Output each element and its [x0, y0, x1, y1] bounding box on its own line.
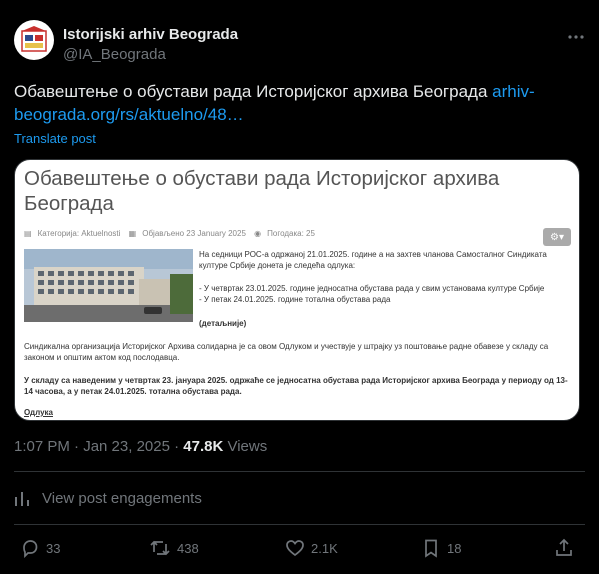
card-meta: ▤ Категорија: Aktuelnosti ▦ Објављено 23 J…	[24, 229, 321, 238]
heart-icon	[286, 540, 304, 557]
card-paragraph-2: - У четвртак 23.01.2025. године једносат…	[199, 283, 559, 305]
more-options-button[interactable]	[563, 24, 589, 50]
view-engagements-link[interactable]: View post engagements	[14, 490, 202, 507]
share-icon	[556, 538, 572, 556]
bookmark-button[interactable]: 18	[421, 538, 461, 558]
more-icon	[568, 35, 584, 39]
post-time[interactable]: 1:07 PM · Jan 23, 2025 ·	[14, 438, 183, 455]
card-paragraph-1: На седници РОС-а одржаној 21.01.2025. го…	[199, 250, 547, 270]
divider	[14, 471, 585, 472]
meta-category: Категорија: Aktuelnosti	[37, 229, 121, 238]
gear-icon: ⚙▾	[550, 231, 564, 243]
share-button[interactable]	[554, 538, 580, 558]
translate-post-link[interactable]: Translate post	[14, 131, 96, 146]
bookmark-count: 18	[447, 540, 462, 556]
reply-count: 33	[46, 540, 61, 556]
engagements-label: View post engagements	[42, 490, 202, 507]
views-label: Views	[223, 438, 268, 455]
bookmark-icon	[425, 539, 437, 558]
card-decision-link: Одлука	[24, 408, 53, 417]
divider	[14, 524, 585, 525]
card-paragraph-4: Синдикална организација Историјског Архи…	[24, 342, 549, 362]
post-body: Обавештење о обустави рада Историјског а…	[14, 82, 493, 101]
repost-icon	[150, 540, 170, 556]
post-actions: 33 438 2.1K 18	[14, 538, 584, 564]
card-paragraph-5: У складу са наведеним у четвртак 23. јан…	[24, 376, 568, 396]
archive-logo-icon	[21, 26, 47, 52]
repost-count: 438	[177, 540, 199, 556]
meta-views: Погодака: 25	[267, 229, 315, 238]
card-paragraph-2a: - У четвртак 23.01.2025. године једносат…	[199, 284, 545, 293]
author-name[interactable]: Istorijski arhiv Beograda	[63, 26, 238, 43]
like-button[interactable]: 2.1K	[285, 538, 338, 558]
building-photo	[24, 249, 193, 322]
card-gear-button[interactable]: ⚙▾	[543, 228, 571, 246]
meta-published: Објављено 23 January 2025	[142, 229, 246, 238]
card-paragraph-2b: - У петак 24.01.2025. године тотална обу…	[199, 295, 391, 304]
repost-button[interactable]: 438	[149, 538, 199, 558]
post-timestamp: 1:07 PM · Jan 23, 2025 · 47.8K Views	[14, 438, 267, 455]
analytics-icon	[15, 491, 29, 506]
reply-icon	[23, 540, 38, 558]
folder-icon: ▤	[24, 229, 32, 238]
author-handle[interactable]: @IA_Beograda	[63, 46, 166, 63]
avatar[interactable]	[14, 20, 54, 60]
eye-icon: ◉	[254, 229, 262, 238]
calendar-icon: ▦	[128, 229, 137, 238]
views-count: 47.8K	[183, 438, 224, 455]
reply-button[interactable]: 33	[20, 538, 60, 558]
card-title: Обавештење о обустави рада Историјског а…	[24, 167, 500, 215]
post-header: Istorijski arhiv Beograda @IA_Beograda	[14, 20, 589, 64]
card-details-link: (детаљније)	[199, 319, 247, 328]
post-text: Обавештење о обустави рада Историјског а…	[14, 80, 584, 126]
like-count: 2.1K	[311, 540, 338, 556]
link-preview-card[interactable]: Обавештење о обустави рада Историјског а…	[14, 159, 580, 421]
